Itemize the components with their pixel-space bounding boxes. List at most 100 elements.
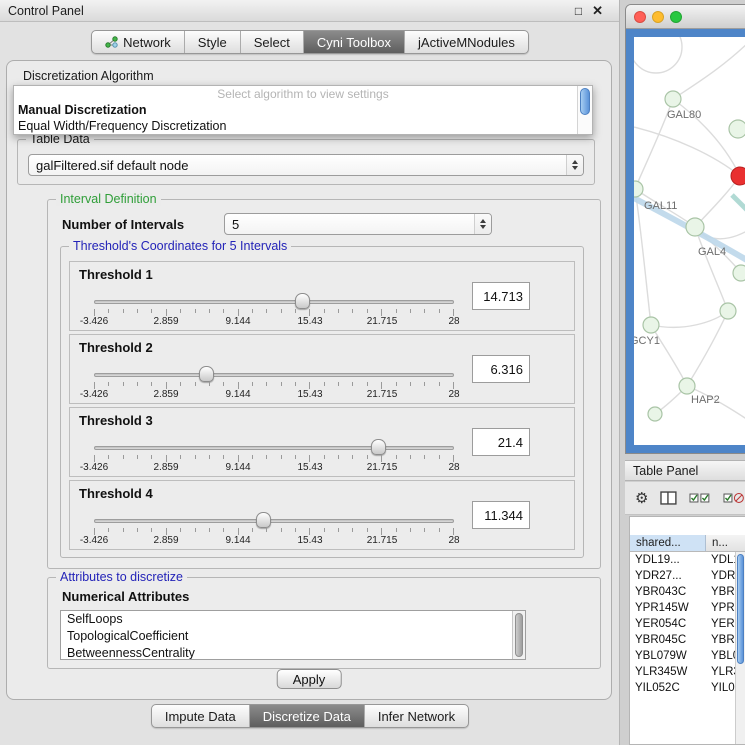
table-row[interactable]: YPR145WYPR1 [630,600,745,616]
list-item[interactable]: SelfLoops [61,611,525,628]
cell-shared-name[interactable]: YDR27... [630,568,706,584]
cell-shared-name[interactable]: YIL052C [630,680,706,696]
network-node[interactable] [648,407,662,421]
slider-track[interactable] [94,519,454,523]
tab-style[interactable]: Style [185,31,241,53]
slider-tick-labels: -3.4262.8599.14415.4321.71528 [94,535,454,547]
tab-impute-data[interactable]: Impute Data [152,705,250,727]
selected-network-node[interactable] [731,167,745,185]
split-table-icon[interactable] [660,491,677,505]
table-panel-toolbar: ⚙ [625,482,745,515]
tab-label: Discretize Data [263,709,351,724]
cell-shared-name[interactable]: YBR045C [630,632,706,648]
threshold-4-panel: Threshold 4 -3.4262.8599.14415.4321.7152… [69,480,575,550]
interval-definition-group: Interval Definition Number of Intervals … [47,199,601,569]
algorithm-placeholder-option[interactable]: Select algorithm to view settings [14,86,592,102]
column-header-shared-name[interactable]: shared... [630,535,706,551]
slider-track[interactable] [94,373,454,377]
threshold-2-label: Threshold 2 [79,340,153,355]
table-scrollbar[interactable] [735,552,745,744]
zoom-traffic-light[interactable] [670,11,682,23]
table-row[interactable]: YBR045CYBR0 [630,632,745,648]
tab-jactivemnodules[interactable]: jActiveMNodules [405,31,528,53]
thresholds-group-label: Threshold's Coordinates for 5 Intervals [69,239,291,253]
algorithm-option-equal-width[interactable]: Equal Width/Frequency Discretization [14,118,592,134]
cell-shared-name[interactable]: YER054C [630,616,706,632]
slider-track[interactable] [94,300,454,304]
table-scrollbar-thumb[interactable] [737,554,744,664]
tab-label: Network [123,35,171,50]
gear-icon[interactable]: ⚙ [635,491,648,506]
list-item[interactable]: BetweennessCentrality [61,645,525,660]
network-node[interactable] [643,317,659,333]
slider-handle[interactable] [256,512,271,528]
minimize-traffic-light[interactable] [652,11,664,23]
close-traffic-light[interactable] [634,11,646,23]
column-header-name[interactable]: n... [706,535,745,551]
network-node[interactable] [733,265,745,281]
cell-shared-name[interactable]: YDL19... [630,552,706,568]
slider-tick-labels: -3.4262.8599.14415.4321.71528 [94,389,454,401]
network-node[interactable] [634,181,643,197]
tab-cyni-toolbox[interactable]: Cyni Toolbox [304,31,405,53]
number-of-intervals-value: 5 [232,217,239,232]
threshold-4-value-field[interactable] [472,501,530,529]
select-columns-icon[interactable] [689,492,711,504]
popup-scrollbar[interactable] [577,86,592,134]
tab-network[interactable]: Network [92,31,185,53]
network-node[interactable] [679,378,695,394]
table-row[interactable]: YBL079WYBL0 [630,648,745,664]
list-item[interactable]: TopologicalCoefficient [61,628,525,645]
table-row[interactable]: YLR345WYLR3 [630,664,745,680]
table-row[interactable]: YBR043CYBR0 [630,584,745,600]
cell-shared-name[interactable]: YBR043C [630,584,706,600]
slider-handle[interactable] [371,439,386,455]
control-panel-titlebar: Control Panel □ ✕ [0,0,619,22]
slider-handle[interactable] [295,293,310,309]
cell-shared-name[interactable]: YBL079W [630,648,706,664]
network-node[interactable] [729,120,745,138]
table-row[interactable]: YER054CYER0 [630,616,745,632]
interval-definition-group-label: Interval Definition [56,192,161,206]
network-node[interactable] [665,91,681,107]
apply-button[interactable]: Apply [277,669,342,689]
tab-infer-network[interactable]: Infer Network [365,705,468,727]
network-canvas[interactable]: GAL80 GAL11 GAL4 GCY1 HAP2 [634,37,745,445]
table-row[interactable]: YDR27...YDR2 [630,568,745,584]
number-of-intervals-combobox[interactable]: 5 [224,213,492,235]
cyni-bottom-tabs: Impute Data Discretize Data Infer Networ… [0,704,620,728]
algorithm-option-manual[interactable]: Manual Discretization [14,102,592,118]
tab-label: Infer Network [378,709,455,724]
network-node[interactable] [720,303,736,319]
threshold-1-value-field[interactable] [472,282,530,310]
threshold-2-value-field[interactable] [472,355,530,383]
threshold-3-label: Threshold 3 [79,413,153,428]
slider-track[interactable] [94,446,454,450]
table-row[interactable]: YIL052CYIL0 [630,680,745,696]
combo-arrows-icon[interactable] [566,155,583,175]
threshold-1-panel: Threshold 1 -3.4262.8599.14415.4321.7152… [69,261,575,331]
cell-shared-name[interactable]: YPR145W [630,600,706,616]
table-panel-title: Table Panel [633,464,698,478]
combo-arrows-icon[interactable] [474,214,491,234]
table-row[interactable]: YDL19...YDL1 [630,552,745,568]
cell-shared-name[interactable]: YLR345W [630,664,706,680]
tab-discretize-data[interactable]: Discretize Data [250,705,365,727]
discretization-algorithm-group-label: Discretization Algorithm [23,69,154,83]
deselect-columns-icon[interactable] [723,492,745,504]
float-window-icon[interactable]: □ [575,5,582,17]
network-node[interactable] [686,218,704,236]
close-window-icon[interactable]: ✕ [592,4,603,17]
threshold-3-panel: Threshold 3 -3.4262.8599.14415.4321.7152… [69,407,575,477]
list-scrollbar-thumb[interactable] [515,613,523,657]
tab-select[interactable]: Select [241,31,304,53]
threshold-1-label: Threshold 1 [79,267,153,282]
table-data-combobox[interactable]: galFiltered.sif default node [28,154,584,176]
popup-scrollbar-thumb[interactable] [580,88,590,115]
node-label-gcy1: GCY1 [634,335,660,347]
threshold-3-value-field[interactable] [472,428,530,456]
numerical-attributes-list: SelfLoops TopologicalCoefficient Between… [60,610,526,660]
node-label-hap2: HAP2 [691,394,720,406]
slider-handle[interactable] [199,366,214,382]
list-scrollbar[interactable] [512,611,525,659]
